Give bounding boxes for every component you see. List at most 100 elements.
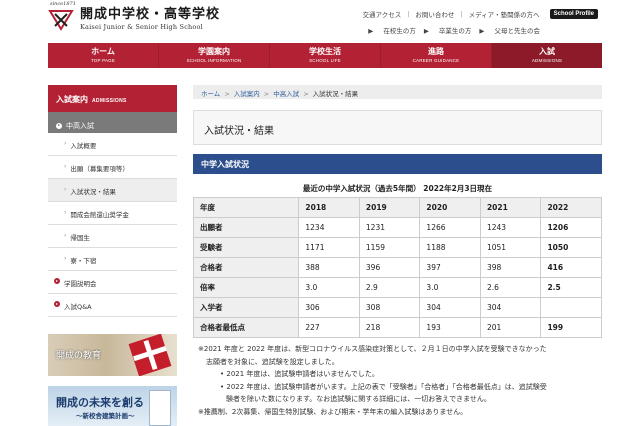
- results-table: 年度 2018 2019 2020 2021 2022 出願者 1234 123…: [192, 197, 602, 338]
- page-title: 入試状況・結果: [193, 110, 602, 145]
- table-cell: [540, 297, 602, 318]
- students-link[interactable]: ▶ 在校生の方: [368, 25, 416, 35]
- nav-home[interactable]: ホーム TOP PAGE: [48, 43, 159, 68]
- table-cell: 2.5: [540, 277, 602, 298]
- arrow-circle-icon: [56, 122, 62, 129]
- note-item-2021: 2021 年度は、追試験申請者はいませんでした。: [220, 368, 608, 381]
- sidebar-item-faq[interactable]: 入試Q&A: [48, 294, 177, 317]
- site-logo[interactable]: since1871 開成中学校・高等学校 Kaisei Junior & Sen…: [48, 1, 221, 31]
- logo-title: 開成中学校・高等学校: [80, 6, 221, 22]
- table-cell: 1171: [298, 237, 360, 258]
- utility-links: 交通アクセス | お問い合わせ | メディア・塾関係の方へ School Pro…: [363, 9, 598, 19]
- breadcrumb-current: 入試状況・結果: [312, 90, 359, 98]
- header-cell: 2022: [540, 197, 602, 218]
- breadcrumb-separator: >: [263, 90, 270, 98]
- note-covid-cont: 志願者を対象に、追試験を設定しました。: [206, 357, 339, 366]
- row-label: 合格者最低点: [192, 317, 300, 338]
- header-cell: 年度: [192, 197, 300, 218]
- education-banner[interactable]: 開成の教育: [48, 334, 177, 376]
- breadcrumb-separator: >: [303, 90, 309, 98]
- table-cell: 3.0: [298, 277, 360, 298]
- row-label: 倍率: [192, 277, 300, 298]
- access-link[interactable]: 交通アクセス: [363, 9, 402, 19]
- sidebar-item-junior-senior-admissions[interactable]: 中高入試: [48, 112, 177, 133]
- banner-subtitle: ～新校舎建築計画～: [76, 412, 135, 420]
- table-cell: 218: [358, 317, 421, 338]
- chevron-right-icon: ›: [64, 232, 67, 239]
- table-cell: 1051: [479, 237, 542, 258]
- arrow-circle-icon: [54, 301, 60, 307]
- media-link[interactable]: メディア・塾関係の方へ: [469, 9, 540, 19]
- global-nav: ホーム TOP PAGE 学園案内 SCHOOL INFORMATION 学校生…: [48, 43, 602, 68]
- divider: |: [460, 10, 463, 18]
- sidebar-subitem-dormitory[interactable]: › 寮・下宿: [48, 248, 177, 271]
- chevron-right-icon: ›: [64, 186, 67, 193]
- site-header: since1871 開成中学校・高等学校 Kaisei Junior & Sen…: [0, 0, 640, 40]
- breadcrumb-admissions[interactable]: 入試案内: [234, 90, 260, 98]
- nav-school-life[interactable]: 学校生活 SCHOOL LIFE: [270, 43, 381, 68]
- chevron-right-icon: ›: [64, 140, 67, 147]
- sidebar-subitem-scholarship[interactable]: › 開成会館還山奨学金: [48, 202, 177, 225]
- breadcrumb-separator: >: [224, 90, 230, 98]
- logo-subtitle: Kaisei Junior & Senior High School: [80, 22, 203, 31]
- table-cell: 193: [419, 317, 481, 338]
- table-cell: 396: [358, 257, 421, 278]
- table-cell: 1266: [419, 217, 481, 238]
- nav-admissions[interactable]: 入試 ADMISSIONS: [492, 43, 602, 68]
- table-cell: 1234: [298, 217, 360, 238]
- sidebar-subitem-returnees[interactable]: › 帰国生: [48, 225, 177, 248]
- row-label: 受験者: [192, 237, 300, 258]
- breadcrumb-junior-senior[interactable]: 中高入試: [273, 90, 299, 98]
- breadcrumb-home[interactable]: ホーム: [201, 90, 220, 98]
- sidebar-subitem-overview[interactable]: › 入試概要: [48, 133, 177, 156]
- header-cell: 2021: [479, 197, 542, 218]
- table-row: 入学者 306 308 304 304: [192, 297, 602, 318]
- table-cell: 304: [479, 297, 542, 318]
- contact-link[interactable]: お問い合わせ: [415, 9, 454, 19]
- table-row: 受験者 1171 1159 1188 1051 1050: [192, 237, 602, 258]
- header-cell: 2020: [419, 197, 481, 218]
- header-cell: 2019: [358, 197, 421, 218]
- sidebar-item-info-session[interactable]: 学園説明会: [48, 271, 177, 294]
- sidebar-subitem-application[interactable]: › 出願（募集要項等）: [48, 156, 177, 179]
- school-profile-button[interactable]: School Profile: [549, 9, 598, 19]
- sidebar: 入試案内 ADMISSIONS 中高入試 › 入試概要 › 出願（募集要項等） › 入試…: [48, 85, 177, 317]
- table-cell: 308: [358, 297, 421, 318]
- table-cell: 3.0: [419, 277, 481, 298]
- row-label: 出願者: [192, 217, 300, 238]
- note-other-exams: ※推薦制、2次募集、帰国生特別試験、および期末・学年末の編入試験はありません。: [198, 407, 468, 416]
- chevron-right-icon: ›: [64, 255, 67, 262]
- sidebar-subitem-results[interactable]: › 入試状況・結果: [48, 179, 177, 202]
- table-cell: 398: [479, 257, 542, 278]
- table-cell: 1206: [540, 217, 602, 238]
- table-cell: 388: [298, 257, 360, 278]
- header-cell: 2018: [298, 197, 360, 218]
- table-cell: 227: [298, 317, 360, 338]
- alumni-link[interactable]: ▶ 卒業生の方: [424, 25, 472, 35]
- note-list: 2021 年度は、追試験申請者はいませんでした。 2022 年度は、追試験申請者…: [198, 368, 608, 406]
- crest-icon: [48, 7, 74, 31]
- notes: ※2021 年度と 2022 年度は、新型コロナウイルス感染症対策として、２月１…: [198, 343, 608, 418]
- table-row: 合格者 388 396 397 398 416: [192, 257, 602, 278]
- note-item-2022: 2022 年度は、追試験申請者がいます。上記の表で「受験者」「合格者」「合格者最…: [220, 381, 608, 406]
- nav-school-information[interactable]: 学園案内 SCHOOL INFORMATION: [159, 43, 270, 68]
- table-cell: 2.9: [358, 277, 421, 298]
- chevron-right-icon: ›: [64, 163, 67, 170]
- new-building-banner[interactable]: 開成の未来を創る ～新校舎建築計画～: [48, 386, 177, 426]
- parents-link[interactable]: ▶ 父母と先生の会: [479, 25, 540, 35]
- section-heading: 中学入試状況: [193, 154, 602, 174]
- table-caption: 最近の中学入試状況（過去5年間） 2022年2月3日現在: [302, 184, 493, 193]
- table-header-row: 年度 2018 2019 2020 2021 2022: [192, 197, 602, 218]
- nav-career-guidance[interactable]: 進路 CAREER GUIDANCE: [381, 43, 492, 68]
- audience-links: ▶ 在校生の方 ▶ 卒業生の方 ▶ 父母と先生の会: [360, 25, 540, 35]
- table-row: 合格者最低点 227 218 193 201 199: [192, 317, 602, 338]
- table-cell: 306: [298, 297, 360, 318]
- table-cell: 1050: [540, 237, 602, 258]
- table-cell: 1159: [358, 237, 421, 258]
- breadcrumb: ホーム > 入試案内 > 中高入試 > 入試状況・結果: [193, 85, 602, 99]
- row-label: 入学者: [192, 297, 300, 318]
- banner-title: 開成の未来を創る: [56, 396, 144, 409]
- table-cell: 1188: [419, 237, 481, 258]
- table-cell: 1243: [479, 217, 542, 238]
- note-covid: ※2021 年度と 2022 年度は、新型コロナウイルス感染症対策として、２月１…: [198, 345, 547, 353]
